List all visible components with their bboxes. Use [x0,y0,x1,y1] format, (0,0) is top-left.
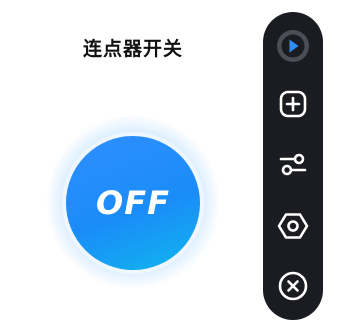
settings-button[interactable] [275,208,311,244]
close-icon [278,271,308,301]
play-icon [277,30,309,62]
page-title: 连点器开关 [82,38,183,60]
adjust-button[interactable] [275,146,311,182]
clicker-screen: 连点器开关 OFF [0,0,345,330]
add-button[interactable] [275,86,311,122]
floating-toolbar [263,12,323,320]
toggle-state-label: OFF [96,184,170,222]
plus-icon [279,90,307,118]
close-button[interactable] [275,268,311,304]
settings-hexagon-icon [277,213,309,239]
sliders-icon [279,153,307,176]
power-toggle-button[interactable]: OFF [66,136,200,270]
play-button[interactable] [275,28,311,64]
